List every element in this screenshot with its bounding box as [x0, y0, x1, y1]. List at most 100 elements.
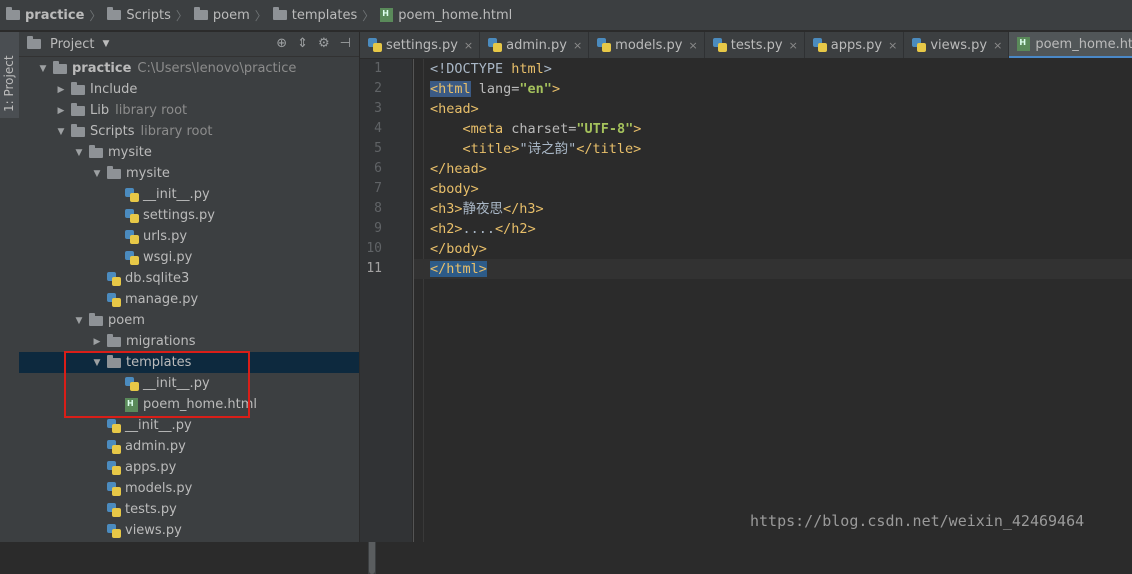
- chevron-right-icon: 〉: [254, 8, 267, 23]
- tree-item[interactable]: urls.py: [19, 226, 359, 247]
- close-icon[interactable]: ×: [993, 39, 1002, 52]
- python-file-icon: [125, 187, 139, 202]
- tab-label: poem_home.html: [1035, 36, 1132, 52]
- code-line[interactable]: <body>: [430, 179, 479, 199]
- close-icon[interactable]: ×: [689, 39, 698, 52]
- tree-item[interactable]: ▶ migrations: [19, 331, 359, 352]
- line-number: 8: [374, 201, 382, 216]
- locate-icon[interactable]: ⊕: [276, 36, 287, 51]
- tree-item[interactable]: tests.py: [19, 499, 359, 520]
- python-file-icon: [912, 38, 927, 52]
- dropdown-arrow-icon[interactable]: ▼: [102, 39, 109, 49]
- code-line[interactable]: <head>: [430, 99, 479, 119]
- code-line[interactable]: <title>"诗之韵"</title>: [430, 139, 642, 159]
- expanded-arrow-icon[interactable]: ▼: [73, 316, 85, 326]
- tree-item-label: templates: [126, 355, 192, 370]
- folder-icon: [53, 60, 67, 74]
- tree-item[interactable]: __init__.py: [19, 184, 359, 205]
- project-view-selector[interactable]: Project: [50, 37, 94, 52]
- tree-item[interactable]: ▼ poem: [19, 310, 359, 331]
- tab-label: views.py: [930, 37, 988, 53]
- tree-item-label: migrations: [126, 334, 196, 349]
- code-line[interactable]: </body>: [430, 239, 487, 259]
- expanded-arrow-icon[interactable]: ▼: [91, 169, 103, 179]
- code-line[interactable]: <h3>静夜思</h3>: [430, 199, 544, 219]
- tree-item[interactable]: wsgi.py: [19, 247, 359, 268]
- navigation-bar: practice〉 Scripts〉 poem〉 templates〉 poem…: [0, 0, 1132, 31]
- close-icon[interactable]: ×: [464, 39, 473, 52]
- tree-item[interactable]: settings.py: [19, 205, 359, 226]
- editor-tab[interactable]: tests.py ×: [705, 32, 805, 58]
- code-line[interactable]: </head>: [430, 159, 487, 179]
- code-line[interactable]: </html>: [430, 259, 487, 279]
- indent-guide: [423, 59, 424, 542]
- editor-tab[interactable]: settings.py ×: [360, 32, 481, 58]
- tree-item[interactable]: __init__.py: [19, 415, 359, 436]
- collapsed-arrow-icon[interactable]: ▶: [55, 85, 67, 95]
- gear-icon[interactable]: ⚙: [318, 36, 330, 51]
- tree-item-label: Include: [90, 82, 138, 97]
- close-icon[interactable]: ×: [789, 39, 798, 52]
- tab-label: models.py: [615, 37, 683, 53]
- tree-item-label: mysite: [108, 145, 152, 160]
- line-number: 10: [366, 241, 382, 256]
- tree-item[interactable]: ▼ practice C:\Users\lenovo\practice: [19, 58, 359, 79]
- tree-item[interactable]: admin.py: [19, 436, 359, 457]
- tree-item[interactable]: models.py: [19, 478, 359, 499]
- chevron-right-icon: 〉: [175, 8, 188, 23]
- python-file-icon: [107, 460, 121, 475]
- tree-item[interactable]: ▼ templates: [19, 352, 359, 373]
- hide-panel-icon[interactable]: ⊣: [340, 36, 351, 51]
- tree-item-label: __init__.py: [143, 187, 210, 202]
- folder-icon: [107, 333, 121, 347]
- tree-item-label: manage.py: [125, 292, 199, 307]
- tree-item[interactable]: manage.py: [19, 289, 359, 310]
- tree-item[interactable]: ▼ mysite: [19, 163, 359, 184]
- collapsed-arrow-icon[interactable]: ▶: [55, 106, 67, 116]
- tree-item[interactable]: ▼ Scripts library root: [19, 121, 359, 142]
- tree-item[interactable]: __init__.py: [19, 373, 359, 394]
- breadcrumb-templates[interactable]: templates 〉: [272, 0, 380, 31]
- folder-icon: [107, 7, 122, 20]
- code-line[interactable]: <h2>....</h2>: [430, 219, 536, 239]
- code-line[interactable]: <meta charset="UTF-8">: [430, 119, 642, 139]
- editor-tab[interactable]: apps.py ×: [805, 32, 905, 58]
- tree-item[interactable]: ▼ mysite: [19, 142, 359, 163]
- tree-item-label: __init__.py: [143, 376, 210, 391]
- expanded-arrow-icon[interactable]: ▼: [37, 64, 49, 74]
- line-number: 6: [374, 161, 382, 176]
- tab-label: tests.py: [730, 37, 783, 53]
- expanded-arrow-icon[interactable]: ▼: [91, 358, 103, 368]
- breadcrumb-practice[interactable]: practice 〉: [6, 0, 107, 31]
- tree-item[interactable]: poem_home.html: [19, 394, 359, 415]
- code-line[interactable]: <!DOCTYPE html>: [430, 59, 552, 79]
- python-file-icon: [107, 502, 121, 517]
- tree-item[interactable]: ▶ Include: [19, 79, 359, 100]
- watermark: https://blog.csdn.net/weixin_42469464: [750, 512, 1085, 530]
- folder-icon: [89, 312, 103, 326]
- tree-item[interactable]: ▶ Lib library root: [19, 100, 359, 121]
- project-tool-tab[interactable]: 1: Project: [0, 32, 19, 118]
- close-icon[interactable]: ×: [573, 39, 582, 52]
- tree-item[interactable]: views.py: [19, 520, 359, 541]
- expanded-arrow-icon[interactable]: ▼: [73, 148, 85, 158]
- code-line[interactable]: <html lang="en">: [430, 79, 560, 99]
- editor-tab[interactable]: models.py ×: [589, 32, 705, 58]
- tree-item[interactable]: db.sqlite3: [19, 268, 359, 289]
- editor-tab[interactable]: views.py ×: [904, 32, 1010, 58]
- python-file-icon: [107, 271, 121, 286]
- editor-tab[interactable]: poem_home.html×: [1009, 32, 1132, 58]
- editor-tab[interactable]: admin.py ×: [480, 32, 590, 58]
- collapse-all-icon[interactable]: ⇕: [297, 36, 308, 51]
- line-number: 4: [374, 121, 382, 136]
- code-editor[interactable]: <!DOCTYPE html> <html lang="en"> <head> <m…: [413, 59, 1132, 542]
- tree-item[interactable]: apps.py: [19, 457, 359, 478]
- collapsed-arrow-icon[interactable]: ▶: [91, 337, 103, 347]
- python-file-icon: [812, 38, 827, 52]
- breadcrumb-poem-home[interactable]: poem_home.html: [380, 0, 512, 31]
- expanded-arrow-icon[interactable]: ▼: [55, 127, 67, 137]
- breadcrumb-scripts[interactable]: Scripts 〉: [107, 0, 194, 31]
- tree-item-label: views.py: [125, 523, 182, 538]
- close-icon[interactable]: ×: [888, 39, 897, 52]
- breadcrumb-poem[interactable]: poem 〉: [193, 0, 273, 31]
